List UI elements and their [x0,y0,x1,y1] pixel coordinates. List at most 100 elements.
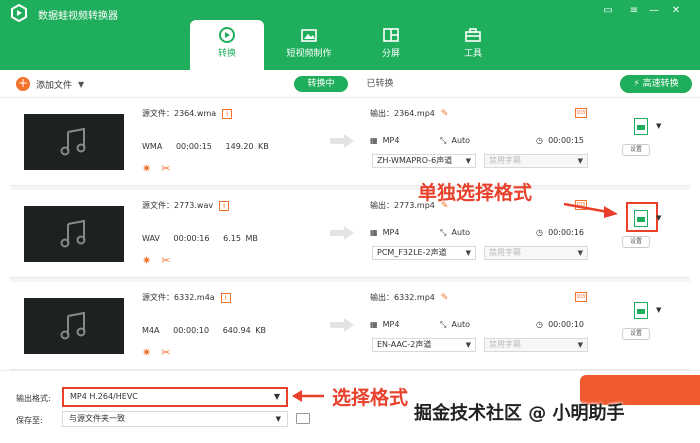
convert-icon [219,27,235,43]
source-size: 149.20 KB [225,142,269,151]
lightning-icon: ⚡ [633,79,640,89]
tab-tools[interactable]: 工具 [436,20,510,70]
source-label: 源文件： [142,201,174,210]
subtitle-select[interactable]: 禁用字幕 ▼ [484,338,588,352]
mp4-format-icon [634,210,648,227]
chevron-down-icon: ▼ [656,122,662,130]
output-settings-icon[interactable]: ID3 [575,108,587,118]
fast-convert-button[interactable]: ⚡ 高速转换 [620,75,692,93]
resize-icon: ⤡ [440,136,447,145]
scissors-icon[interactable]: ✂ [161,346,170,359]
format-select-button[interactable]: ▼ [630,116,661,138]
chevron-down-icon: ▼ [273,392,280,401]
output-label: 输出： [370,201,394,210]
edit-icon[interactable]: ✎ [441,293,449,303]
output-format-label: 输出格式: [16,394,51,403]
edit-icon[interactable]: ✎ [441,109,449,119]
settings-button[interactable]: 设置 [622,328,650,340]
output-resolution-label: Auto [451,228,471,237]
resize-icon: ⤡ [440,320,447,329]
subtitle-value: 禁用字幕 [489,340,521,349]
info-icon[interactable]: i [219,200,230,211]
add-file-label: 添加文件 [36,80,73,91]
info-icon[interactable]: i [222,108,233,119]
format-select-button[interactable]: ▼ [630,208,661,230]
output-resolution-label: Auto [451,320,471,329]
tab-label: 短视频制作 [286,49,332,59]
chevron-down-icon[interactable]: ▼ [78,80,84,89]
arrow-right-icon [330,318,354,332]
scissors-icon[interactable]: ✂ [161,162,170,175]
thumbnail[interactable] [24,206,124,262]
settings-button[interactable]: 设置 [622,236,650,248]
source-format: WMA [142,142,163,151]
output-file: 输出：6332.mp4 ✎ [370,292,448,303]
chevron-down-icon: ▼ [465,341,471,349]
plus-icon: + [16,76,30,91]
output-settings-icon[interactable]: ID3 [575,292,587,302]
subtitle-select[interactable]: 禁用字幕 ▼ [484,154,588,168]
output-resolution-label: Auto [451,136,471,145]
source-format: M4A [142,326,160,335]
film-icon: ▦ [370,228,378,237]
subtitle-value: 禁用字幕 [489,248,521,257]
output-resolution: ⤡ Auto [440,228,470,238]
chevron-down-icon: ▼ [656,306,662,314]
tab-converting[interactable]: 转换中 [294,76,348,92]
output-duration-label: 00:00:15 [548,136,585,145]
audio-track-select[interactable]: EN-AAC-2声道 ▼ [372,338,476,352]
edit-tools: ✷ ✂ [142,346,170,359]
source-size: 6.15 MB [223,234,258,243]
audio-track-select[interactable]: PCM_F32LE-2声道 ▼ [372,246,476,260]
source-duration: 00:00:15 [175,142,212,151]
tab-split-screen[interactable]: 分屏 [354,20,428,70]
mp4-format-icon [634,302,648,319]
add-file-button[interactable]: + 添加文件 ▼ [16,76,84,92]
subtitle-select[interactable]: 禁用字幕 ▼ [484,246,588,260]
settings-icon[interactable]: ≡ [626,4,642,18]
close-icon[interactable]: ✕ [668,4,684,18]
watermark: 掘金技术社区 @ 小明助手 [414,403,625,424]
magic-wand-icon[interactable]: ✷ [142,254,151,267]
resize-icon: ⤡ [440,228,447,237]
music-note-icon [60,219,86,248]
settings-button[interactable]: 设置 [622,144,650,156]
clock-icon: ◷ [536,320,543,329]
folder-icon[interactable] [296,413,310,424]
output-resolution: ⤡ Auto [440,136,470,146]
source-file: 源文件：6332.m4a i [142,292,231,303]
source-duration: 00:00:10 [173,326,210,335]
source-filename: 2773.wav [174,201,214,210]
tab-convert[interactable]: 转换 [190,20,264,70]
source-label: 源文件： [142,293,174,302]
magic-wand-icon[interactable]: ✷ [142,162,151,175]
scissors-icon[interactable]: ✂ [161,254,170,267]
output-format-label: MP4 [382,136,400,145]
chevron-down-icon: ▼ [656,214,662,222]
app-title: 数据蛙视频转换器 [38,11,118,22]
thumbnail[interactable] [24,298,124,354]
mp4-format-icon [634,118,648,135]
tab-video-maker[interactable]: 短视频制作 [272,20,346,70]
minimize-icon[interactable]: — [646,4,662,18]
magic-wand-icon[interactable]: ✷ [142,346,151,359]
chevron-down-icon: ▼ [577,249,583,257]
tab-converted[interactable]: 已转换 [360,76,400,92]
source-meta: M4A 00:00:10 640.94 KB [142,326,266,335]
output-format-select[interactable]: MP4 H.264/HEVC ▼ [62,387,288,407]
source-format: WAV [142,234,160,243]
info-icon[interactable]: i [220,292,231,303]
source-size: 640.94 KB [222,326,266,335]
format-select-button[interactable]: ▼ [630,300,661,322]
save-to-select[interactable]: 与源文件夹一致 ▼ [62,411,288,427]
source-filename: 2364.wma [174,109,217,118]
thumbnail[interactable] [24,114,124,170]
audio-track-select[interactable]: ZH-WMAPRO-6声道 ▼ [372,154,476,168]
menu-icon[interactable]: ▭ [600,4,616,18]
film-icon: ▦ [370,136,378,145]
output-label: 输出： [370,293,394,302]
edit-tools: ✷ ✂ [142,162,170,175]
output-format: ▦ MP4 [370,136,399,145]
subtitle-value: 禁用字幕 [489,156,521,165]
annotation-arrow-icon [563,202,618,218]
